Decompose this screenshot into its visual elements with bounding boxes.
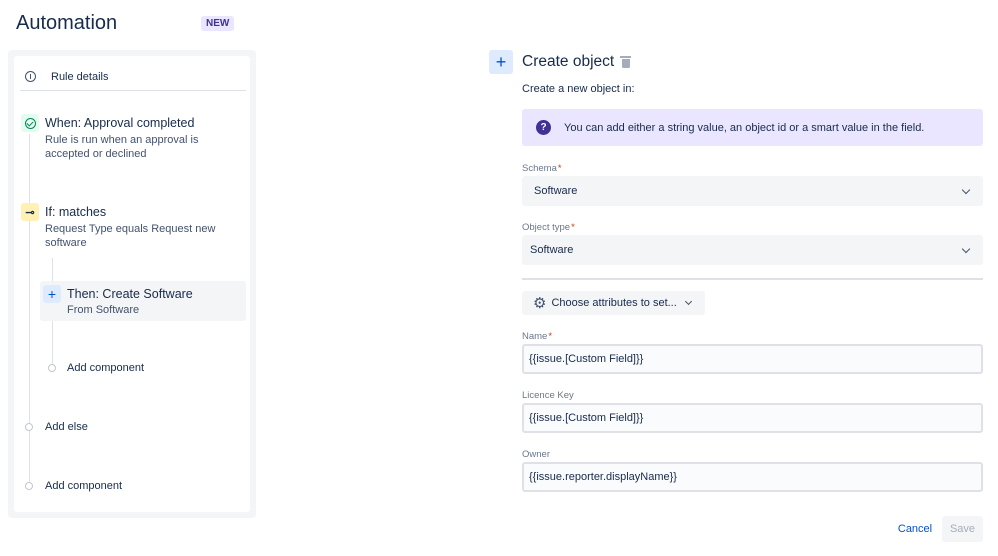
chevron-down-icon bbox=[962, 185, 970, 193]
action-title: Then: Create Software bbox=[67, 287, 193, 301]
name-label: Name* bbox=[522, 331, 552, 342]
owner-label: Owner bbox=[522, 449, 550, 460]
choose-attributes-label: Choose attributes to set... bbox=[551, 297, 676, 309]
plus-icon: + bbox=[43, 285, 61, 303]
info-icon bbox=[25, 71, 36, 82]
action-description: From Software bbox=[67, 303, 193, 317]
check-circle-icon bbox=[21, 114, 39, 132]
licence-key-field[interactable] bbox=[522, 403, 983, 433]
condition-step[interactable]: If: matches Request Type equals Request … bbox=[45, 205, 225, 250]
gear-icon: ⚙ bbox=[533, 296, 546, 311]
branch-icon: ⊸ bbox=[21, 203, 39, 221]
trigger-description: Rule is run when an approval is accepted… bbox=[45, 133, 245, 161]
info-text: You can add either a string value, an ob… bbox=[564, 122, 924, 134]
choose-attributes-button[interactable]: ⚙ Choose attributes to set... bbox=[522, 291, 705, 315]
page-title: Automation bbox=[16, 12, 117, 35]
add-else-dot bbox=[25, 423, 33, 431]
rule-panel: Rule details When: Approval completed Ru… bbox=[8, 50, 256, 518]
form-title: Create object bbox=[522, 53, 614, 71]
trigger-step[interactable]: When: Approval completed Rule is run whe… bbox=[45, 116, 245, 161]
add-component-inner[interactable]: Add component bbox=[67, 362, 144, 374]
cancel-button[interactable]: Cancel bbox=[891, 516, 939, 542]
object-type-label: Object type* bbox=[522, 222, 575, 233]
licence-key-label: Licence Key bbox=[522, 390, 574, 401]
chevron-down-icon bbox=[962, 244, 970, 252]
rule-list: Rule details When: Approval completed Ru… bbox=[14, 56, 250, 512]
rule-details-label: Rule details bbox=[51, 71, 108, 83]
divider bbox=[522, 278, 983, 280]
add-component-outer[interactable]: Add component bbox=[45, 480, 122, 492]
timeline-line bbox=[29, 134, 30, 484]
form-subtitle: Create a new object in: bbox=[522, 83, 635, 95]
condition-title: If: matches bbox=[45, 205, 225, 219]
add-component-dot bbox=[48, 364, 56, 372]
question-icon: ? bbox=[536, 120, 551, 135]
object-type-value: Software bbox=[530, 244, 573, 256]
name-field[interactable] bbox=[522, 344, 983, 374]
owner-field[interactable] bbox=[522, 462, 983, 492]
trigger-title: When: Approval completed bbox=[45, 116, 245, 130]
schema-label: Schema* bbox=[522, 163, 562, 174]
action-step[interactable]: + Then: Create Software From Software bbox=[40, 281, 246, 321]
object-type-select[interactable]: Software bbox=[522, 235, 983, 265]
component-plus-icon: + bbox=[489, 50, 513, 74]
schema-select[interactable]: Software bbox=[522, 176, 983, 206]
info-banner: ? You can add either a string value, an … bbox=[522, 109, 983, 146]
new-badge: NEW bbox=[201, 16, 234, 31]
chevron-down-icon bbox=[685, 298, 692, 305]
add-component-outer-dot bbox=[25, 482, 33, 490]
condition-description: Request Type equals Request new software bbox=[45, 222, 225, 250]
add-else[interactable]: Add else bbox=[45, 421, 88, 433]
rule-details-item[interactable]: Rule details bbox=[20, 63, 246, 91]
schema-value: Software bbox=[534, 185, 577, 197]
trash-icon[interactable] bbox=[620, 56, 631, 68]
save-button[interactable]: Save bbox=[942, 516, 983, 542]
